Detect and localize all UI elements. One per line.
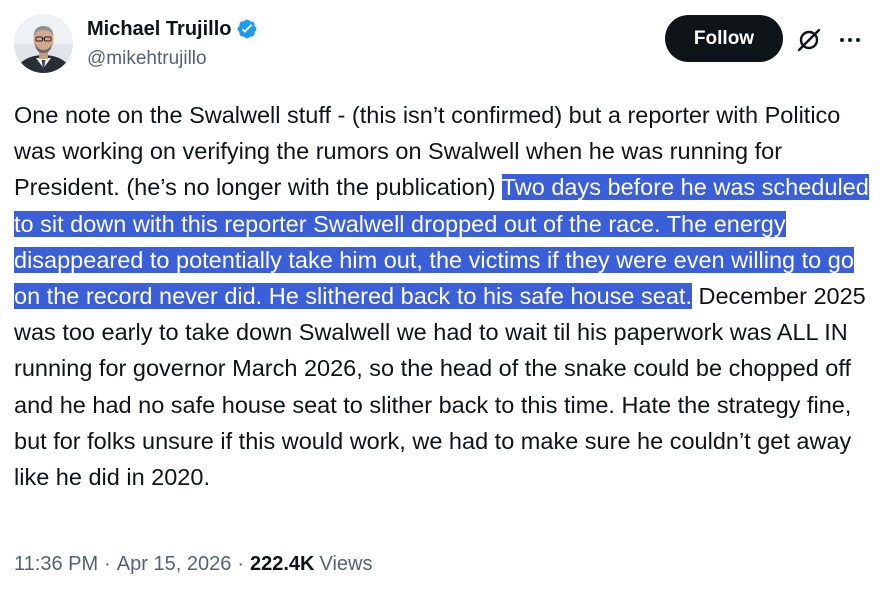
views-label: Views [319, 553, 373, 575]
tweet-time[interactable]: 11:36 PM [14, 553, 98, 576]
author-block: Michael Trujillo @mikehtrujillo [87, 16, 258, 70]
more-horizontal-icon[interactable] [836, 26, 864, 54]
meta-separator: · [237, 553, 244, 575]
name-row: Michael Trujillo [87, 16, 258, 42]
more-dot [848, 38, 852, 42]
verified-badge-icon[interactable] [236, 18, 258, 40]
tweet-text-after: December 2025 was too early to take down… [14, 283, 866, 491]
tweet-text: One note on the Swalwell stuff - (this i… [14, 97, 874, 495]
tweet-date[interactable]: Apr 15, 2026 [117, 553, 232, 576]
more-dot [840, 38, 844, 42]
views-count: 222.4K [250, 553, 315, 575]
follow-button[interactable]: Follow [665, 15, 783, 62]
tweet-meta: 11:36 PM · Apr 15, 2026 · 222.4K Views [14, 553, 373, 576]
display-name[interactable]: Michael Trujillo [87, 18, 231, 41]
tweet: Michael Trujillo @mikehtrujillo Follow O… [0, 0, 882, 601]
avatar[interactable] [14, 14, 73, 73]
grok-slash-icon[interactable] [795, 26, 823, 54]
meta-separator: · [104, 553, 111, 575]
handle[interactable]: @mikehtrujillo [87, 48, 258, 70]
more-dot [856, 38, 860, 42]
